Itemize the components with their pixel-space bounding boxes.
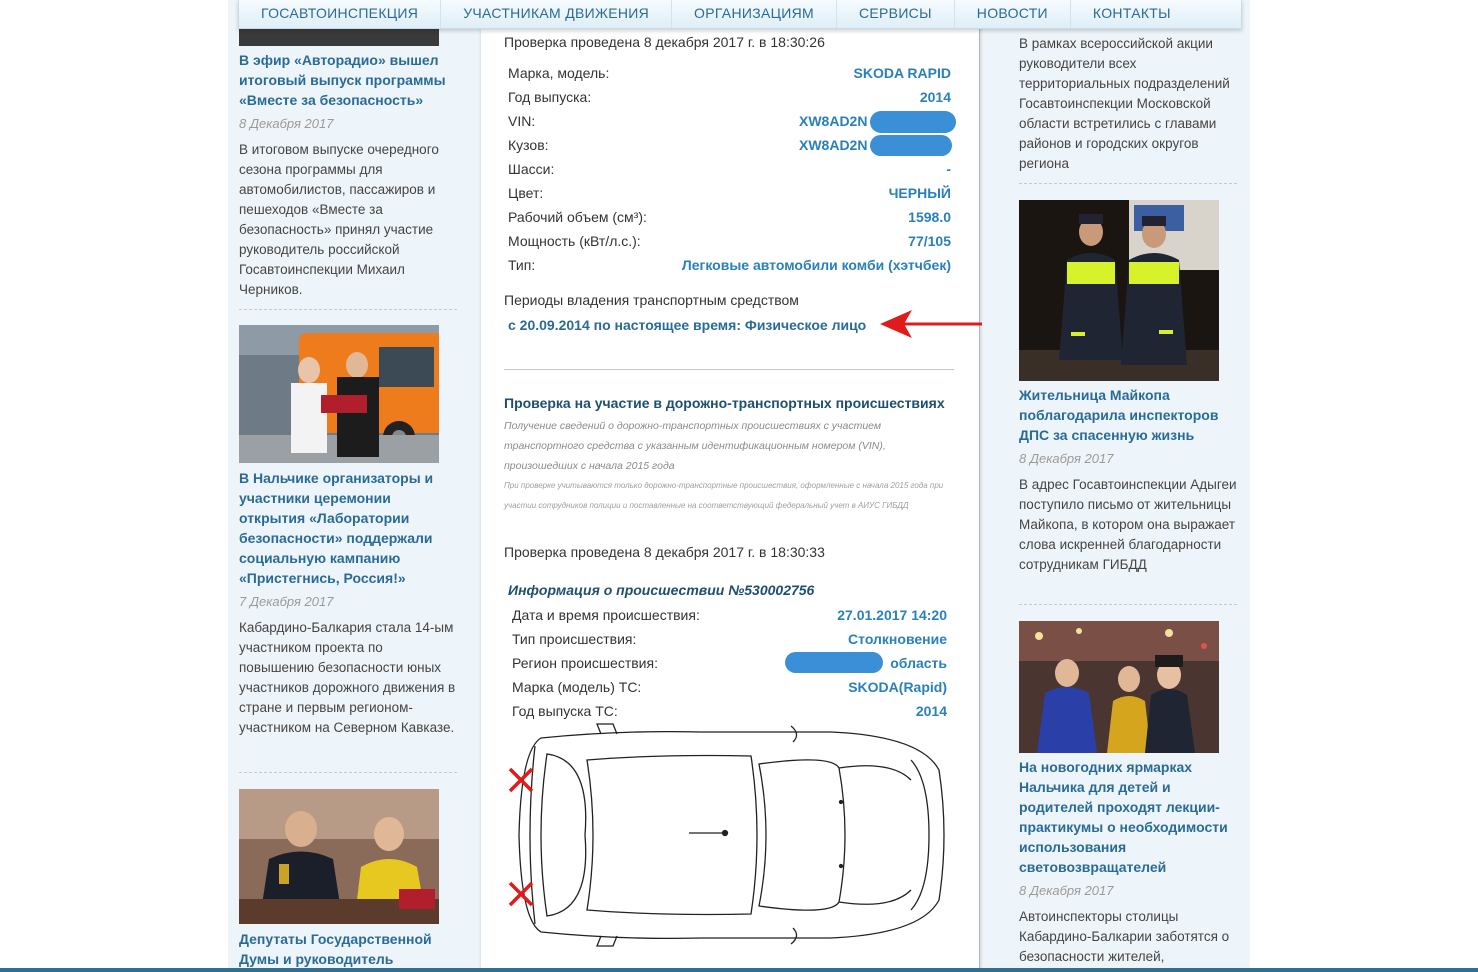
top-navigation: Госавтоинспекция Участникам движения Орг… <box>238 0 1242 29</box>
incident-label-model: Марка (модель) ТС: <box>512 679 642 695</box>
damage-mark-icon <box>508 767 534 793</box>
incident-label-year: Год выпуска ТС: <box>512 703 618 719</box>
incident-title: Информация о происшествии №530002756 <box>508 582 815 598</box>
accident-check-description: Получение сведений о дорожно-транспортны… <box>504 420 886 472</box>
field-label-color: Цвет: <box>508 185 544 201</box>
news-title-link[interactable]: На новогодних ярмарках Нальчика для дете… <box>1019 757 1241 877</box>
page-margin-left <box>0 0 236 972</box>
incident-value-model: SKODA(Rapid) <box>848 679 947 695</box>
news-title-link[interactable]: В эфир «Авторадио» вышел итоговый выпуск… <box>239 50 459 110</box>
check-results-panel: Проверка проведена 8 декабря 2017 г. в 1… <box>480 0 980 972</box>
accident-check-heading: Проверка на участие в дорожно-транспортн… <box>504 395 945 411</box>
incident-label-region: Регион происшествия: <box>512 655 658 671</box>
nav-gosavtoinspektsiya[interactable]: Госавтоинспекция <box>239 0 442 28</box>
news-thumbnail[interactable] <box>239 789 439 924</box>
nav-participants[interactable]: Участникам движения <box>441 0 673 28</box>
news-summary: Кабардино-Балкария стала 14-ым участнико… <box>239 620 456 735</box>
ownership-heading: Периоды владения транспортным средством <box>504 292 799 308</box>
news-date: 8 Декабря 2017 <box>1019 883 1114 898</box>
section-divider <box>504 369 954 370</box>
nav-services[interactable]: Сервисы <box>837 0 955 28</box>
page-bottom-bar <box>0 968 1478 972</box>
incident-value-year: 2014 <box>915 703 947 719</box>
incident-value-datetime: 27.01.2017 14:20 <box>837 607 947 623</box>
nav-news[interactable]: Новости <box>955 0 1071 28</box>
field-value-vin: XW8AD2N <box>799 113 868 129</box>
news-thumbnail[interactable] <box>239 325 439 463</box>
nav-contacts[interactable]: Контакты <box>1071 0 1193 28</box>
field-value-type: Легковые автомобили комби (хэтчбек) <box>681 257 951 273</box>
field-label-body: Кузов: <box>508 137 549 153</box>
news-title-link[interactable]: В Нальчике организаторы и участники цере… <box>239 468 459 588</box>
accident-check-timestamp: Проверка проведена 8 декабря 2017 г. в 1… <box>504 544 825 560</box>
news-summary: В итоговом выпуске очередного сезона про… <box>239 142 439 297</box>
news-title-link[interactable]: Депутаты Государственной Думы и руководи… <box>239 929 459 969</box>
news-summary: В рамках всероссийской акции руководител… <box>1019 36 1230 171</box>
accident-check-note: При проверке учитываются только дорожно-… <box>504 481 944 510</box>
incident-value-type: Столкновение <box>848 631 947 647</box>
news-separator <box>239 772 457 773</box>
incident-label-type: Тип происшествия: <box>512 631 637 647</box>
field-label-chassis: Шасси: <box>508 161 555 177</box>
incident-label-datetime: Дата и время происшествия: <box>512 607 700 623</box>
news-date: 8 Декабря 2017 <box>239 116 334 131</box>
field-value-chassis: - <box>946 161 951 177</box>
vehicle-check-timestamp: Проверка проведена 8 декабря 2017 г. в 1… <box>504 34 825 50</box>
vin-redaction <box>870 111 956 133</box>
news-date: 7 Декабря 2017 <box>239 594 334 609</box>
news-thumbnail[interactable] <box>1019 621 1219 753</box>
field-value-year: 2014 <box>919 89 951 105</box>
damage-mark-icon <box>508 881 534 907</box>
news-title-link[interactable]: Жительница Майкопа поблагодарила инспект… <box>1019 385 1241 445</box>
incident-value-region: область <box>890 655 947 671</box>
field-label-year: Год выпуска: <box>508 89 592 105</box>
field-label-type: Тип: <box>508 257 536 273</box>
red-arrow-icon <box>880 310 982 338</box>
news-separator <box>239 309 457 310</box>
field-label-make-model: Марка, модель: <box>508 65 610 81</box>
news-thumbnail[interactable] <box>239 28 439 46</box>
field-label-engine-volume: Рабочий объем (см³): <box>508 209 647 225</box>
field-value-engine-volume: 1598.0 <box>908 209 951 225</box>
car-damage-diagram <box>501 720 951 950</box>
field-label-vin: VIN: <box>508 113 536 129</box>
news-separator <box>1019 604 1237 605</box>
field-label-power: Мощность (кВт/л.с.): <box>508 233 641 249</box>
field-value-make-model: SKODA RAPID <box>853 65 952 81</box>
ownership-period: с 20.09.2014 по настоящее время: Физичес… <box>508 317 867 333</box>
news-summary: В адрес Госавтоинспекции Адыгеи поступил… <box>1019 477 1237 572</box>
news-date: 8 Декабря 2017 <box>1019 451 1114 466</box>
field-value-power: 77/105 <box>908 233 951 249</box>
field-value-color: ЧЕРНЫЙ <box>888 185 951 201</box>
body-redaction <box>870 135 952 156</box>
region-redaction <box>785 652 883 673</box>
nav-organizations[interactable]: Организациям <box>672 0 837 28</box>
news-thumbnail[interactable] <box>1019 200 1219 381</box>
news-summary: Автоинспекторы столицы Кабардино-Балкари… <box>1019 909 1230 964</box>
field-value-body: XW8AD2N <box>799 137 868 153</box>
news-separator <box>1019 183 1237 184</box>
